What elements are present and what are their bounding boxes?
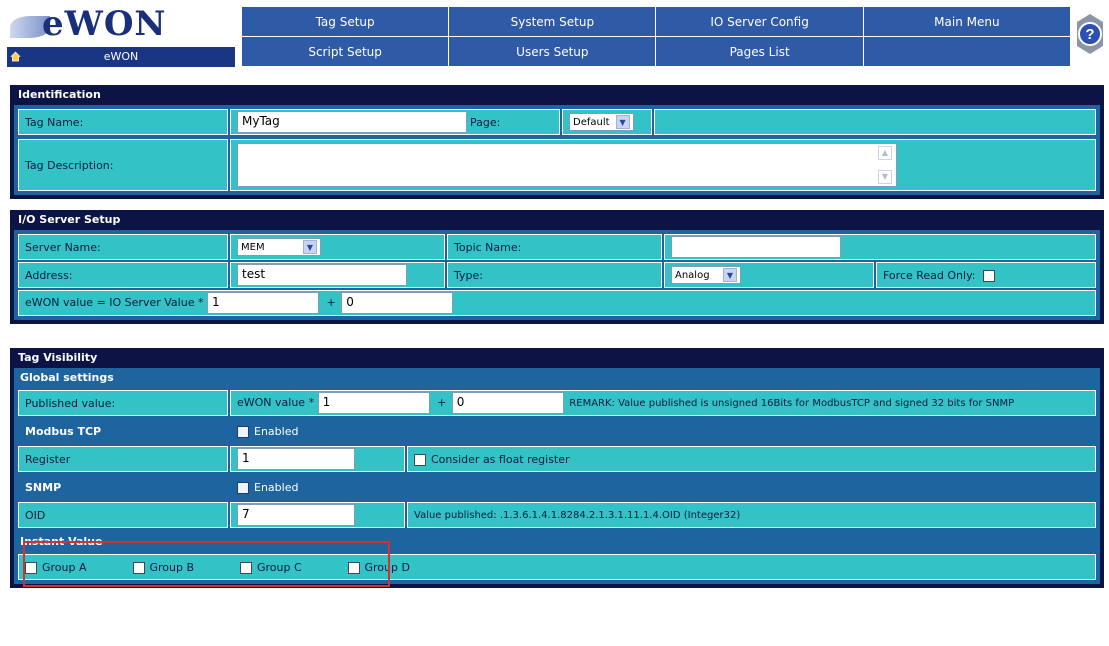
register-input[interactable]: 1 [237, 448, 355, 470]
published-value-label: Published value: [18, 390, 228, 416]
float-register-label: Consider as float register [431, 452, 570, 466]
logo-text: eWON [42, 4, 167, 44]
menu-script-setup[interactable]: Script Setup [240, 36, 450, 67]
oid-input[interactable]: 7 [237, 504, 355, 526]
address-label: Address: [18, 262, 228, 288]
tag-visibility-section: Tag Visibility Global settings Published… [10, 348, 1104, 588]
page-select-value: Default [573, 116, 610, 128]
modbus-tcp-title: Modbus TCP [18, 418, 228, 444]
oid-label: OID [18, 502, 228, 528]
io-server-section: I/O Server Setup Server Name: MEM ▼ Topic… [10, 210, 1104, 324]
modbus-enabled-label: Enabled [254, 424, 299, 438]
topic-name-input[interactable] [671, 236, 841, 258]
menu-system-setup[interactable]: System Setup [448, 6, 657, 37]
svg-text:?: ? [1085, 26, 1094, 43]
help-icon[interactable]: ? [1074, 12, 1106, 56]
menu-empty-cell [862, 36, 1072, 67]
address-input[interactable]: test [237, 264, 407, 286]
group-c-checkbox[interactable] [240, 561, 252, 574]
chevron-down-icon: ▼ [303, 240, 317, 254]
page-select[interactable]: Default ▼ [569, 113, 634, 131]
snmp-title: SNMP [18, 474, 228, 500]
type-select[interactable]: Analog ▼ [671, 266, 741, 284]
type-label: Type: [447, 262, 662, 288]
published-prefix: eWON value * [237, 396, 315, 409]
server-name-select[interactable]: MEM ▼ [237, 238, 321, 256]
home-label: eWON [103, 50, 139, 63]
plus-sign: + [437, 396, 447, 409]
menu-io-server-config[interactable]: IO Server Config [655, 6, 864, 37]
group-c-label: Group C [257, 560, 302, 574]
server-name-value: MEM [241, 241, 265, 253]
topic-name-label: Topic Name: [447, 234, 662, 260]
published-offset-input[interactable]: 0 [451, 392, 564, 414]
identification-title: Identification [18, 88, 101, 101]
modbus-enabled-checkbox[interactable] [237, 425, 249, 438]
group-b-label: Group B [149, 560, 195, 574]
ewon-logo[interactable]: eWON [10, 2, 235, 44]
tag-name-input[interactable]: MyTag [237, 111, 467, 133]
home-link[interactable]: eWON [7, 47, 235, 67]
io-server-title: I/O Server Setup [18, 213, 121, 226]
oid-published-text: Value published: .1.3.6.1.4.1.8284.2.1.3… [407, 502, 1096, 528]
plus-sign: + [326, 296, 336, 309]
tag-description-label: Tag Description: [18, 139, 228, 191]
menu-pages-list[interactable]: Pages List [655, 36, 864, 67]
main-menu: Tag Setup System Setup IO Server Config … [240, 6, 1072, 67]
chevron-down-icon: ▼ [615, 115, 630, 129]
server-name-label: Server Name: [18, 234, 228, 260]
tag-name-label: Tag Name: [18, 109, 228, 135]
formula-label: eWON value = IO Server Value * [25, 296, 204, 309]
scroll-down-icon[interactable]: ▼ [878, 170, 892, 184]
float-register-checkbox[interactable] [414, 453, 426, 466]
register-label: Register [18, 446, 228, 472]
force-read-only-checkbox[interactable] [983, 269, 995, 282]
group-a-checkbox[interactable] [25, 561, 37, 574]
chevron-down-icon: ▼ [723, 268, 737, 282]
offset-input[interactable]: 0 [341, 292, 454, 314]
group-b-checkbox[interactable] [132, 561, 145, 574]
identification-section: Identification Tag Name: MyTag Page: Def… [10, 85, 1104, 199]
menu-main-menu[interactable]: Main Menu [862, 6, 1072, 37]
published-scale-input[interactable]: 1 [317, 392, 430, 414]
instant-value-title: Instant Value [14, 532, 1100, 552]
page-label: Page: [470, 115, 501, 129]
menu-users-setup[interactable]: Users Setup [448, 36, 657, 67]
tag-description-textarea[interactable]: ▲ ▼ [237, 143, 897, 187]
scale-input[interactable]: 1 [206, 292, 319, 314]
snmp-enabled-checkbox[interactable] [237, 481, 249, 494]
type-select-value: Analog [675, 269, 710, 281]
force-read-only-label: Force Read Only: [883, 268, 976, 282]
snmp-enabled-label: Enabled [254, 480, 299, 494]
global-settings-title: Global settings [14, 368, 1100, 388]
group-a-label: Group A [42, 560, 87, 574]
group-d-checkbox[interactable] [347, 561, 360, 574]
tag-visibility-title: Tag Visibility [18, 351, 98, 364]
group-d-label: Group D [364, 560, 410, 574]
menu-tag-setup[interactable]: Tag Setup [240, 6, 450, 37]
textarea-scrollbar[interactable]: ▲ ▼ [878, 146, 894, 184]
published-remark: REMARK: Value published is unsigned 16Bi… [569, 398, 1015, 409]
scroll-up-icon[interactable]: ▲ [878, 146, 892, 160]
